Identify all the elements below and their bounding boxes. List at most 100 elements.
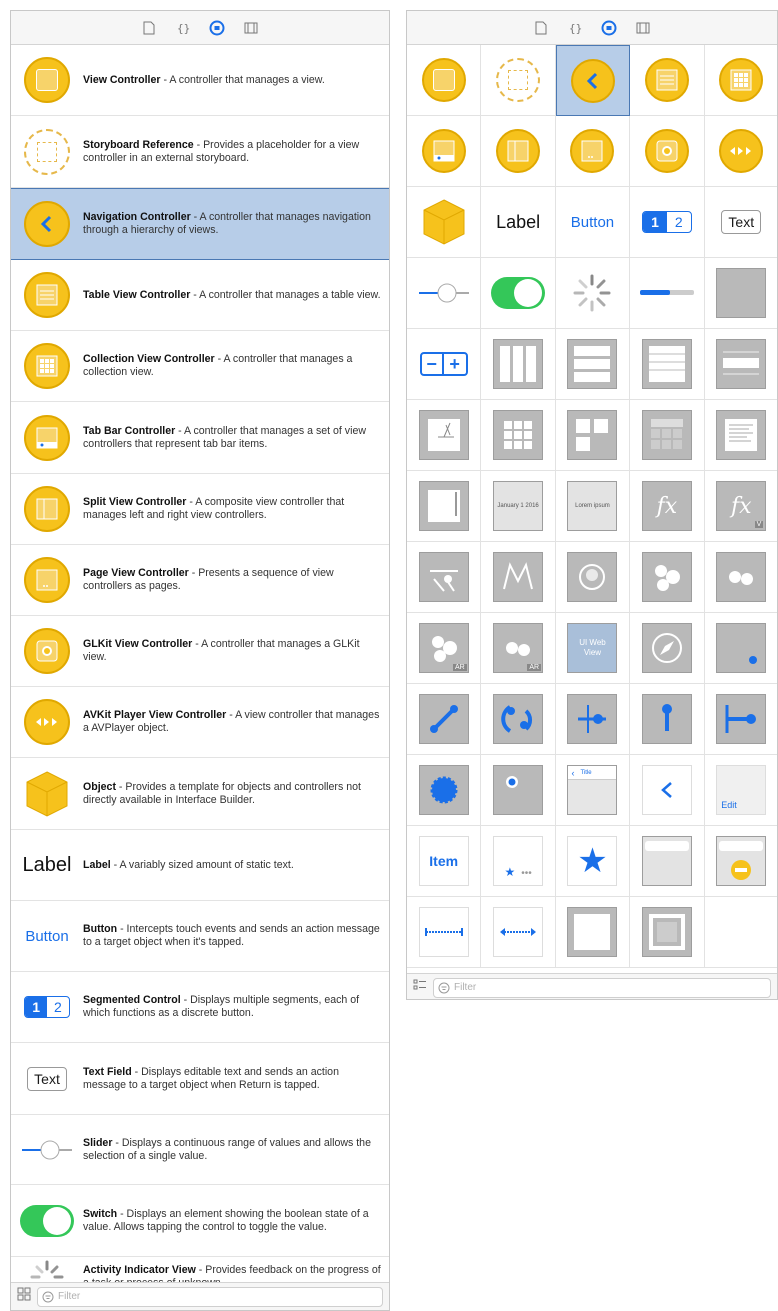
grid-glkit-view[interactable] bbox=[555, 542, 631, 613]
grid-avkit-player-view-controller[interactable] bbox=[704, 116, 777, 187]
grid-collection-view-controller[interactable] bbox=[704, 45, 777, 116]
grid-image-view[interactable] bbox=[407, 400, 482, 471]
grid-view-controller[interactable] bbox=[407, 45, 482, 116]
grid-progress-view[interactable] bbox=[630, 258, 705, 329]
grid-view[interactable] bbox=[704, 613, 777, 684]
grid-collection-view[interactable] bbox=[481, 400, 556, 471]
grid-table-view[interactable] bbox=[630, 329, 705, 400]
grid-map-kit-view[interactable] bbox=[407, 542, 482, 613]
file-template-icon[interactable] bbox=[533, 20, 549, 36]
grid-split-view-controller[interactable] bbox=[481, 116, 556, 187]
object-library-icon[interactable] bbox=[209, 20, 225, 36]
code-snippet-icon[interactable]: {} bbox=[567, 20, 583, 36]
grid-pan-gesture[interactable] bbox=[630, 684, 705, 755]
list-item-tab-bar-controller[interactable]: Tab Bar Controller - A controller that m… bbox=[11, 402, 389, 474]
left-filter-input[interactable]: Filter bbox=[37, 1286, 383, 1307]
grid-collection-view-cell[interactable] bbox=[555, 400, 631, 471]
grid-object[interactable] bbox=[407, 187, 482, 258]
list-item-page-view-controller[interactable]: Page View Controller - Presents a sequen… bbox=[11, 545, 389, 616]
list-item-activity-indicator-view[interactable]: Activity Indicator View - Provides feedb… bbox=[11, 1257, 389, 1282]
list-item-split-view-controller[interactable]: Split View Controller - A composite view… bbox=[11, 474, 389, 545]
list-item-description: Storyboard Reference - Provides a placeh… bbox=[83, 139, 381, 165]
list-item-button[interactable]: Button Button - Intercepts touch events a… bbox=[11, 901, 389, 972]
grid-activity-indicator[interactable] bbox=[555, 258, 631, 329]
grid-navigation-bar[interactable]: ‹ Title bbox=[555, 755, 631, 826]
list-item-avkit-player-view-controller[interactable]: AVKit Player View Controller - A view co… bbox=[11, 687, 389, 758]
grid-date-picker[interactable]: January 1 2016 bbox=[481, 471, 556, 542]
grid-arkit-scenekit-view[interactable]: AR bbox=[407, 613, 482, 684]
grid-long-press-gesture[interactable] bbox=[407, 755, 482, 826]
list-item-text-field[interactable]: Text Text Field - Displays editable text … bbox=[11, 1043, 389, 1115]
list-item-title: Button bbox=[83, 923, 118, 935]
list-view-toggle-icon[interactable] bbox=[413, 978, 427, 997]
list-item-object[interactable]: Object - Provides a template for objects… bbox=[11, 758, 389, 830]
grid-toolbar[interactable]: Edit bbox=[704, 755, 777, 826]
grid-search-bar-scope[interactable] bbox=[704, 826, 777, 897]
grid-navigation-item[interactable] bbox=[630, 755, 705, 826]
grid-web-view[interactable]: UI Web View bbox=[555, 613, 631, 684]
file-template-icon[interactable] bbox=[141, 20, 157, 36]
grid-table-view-controller[interactable] bbox=[630, 45, 705, 116]
grid-button[interactable]: Button bbox=[555, 187, 631, 258]
grid-visual-effect-view-vibrancy[interactable]: fx V bbox=[704, 471, 777, 542]
grid-metal-view[interactable] bbox=[481, 542, 556, 613]
grid-screen-edge-pan-gesture[interactable] bbox=[704, 684, 777, 755]
grid-glkit-view-controller[interactable] bbox=[630, 116, 705, 187]
object-library-icon[interactable] bbox=[601, 20, 617, 36]
grid-collection-reusable-view[interactable] bbox=[630, 400, 705, 471]
list-item-collection-view-controller[interactable]: Collection View Controller - A controlle… bbox=[11, 331, 389, 402]
grid-scenekit-view[interactable] bbox=[630, 542, 705, 613]
list-item-slider[interactable]: Slider - Displays a continuous range of … bbox=[11, 1115, 389, 1185]
grid-tap-gesture[interactable] bbox=[407, 684, 482, 755]
grid-view-controller-placeholder[interactable] bbox=[555, 897, 631, 968]
toolbar-icon: Edit bbox=[716, 765, 767, 815]
list-item-label[interactable]: Label Label - A variably sized amount of … bbox=[11, 830, 389, 901]
list-item-storyboard-reference[interactable]: Storyboard Reference - Provides a placeh… bbox=[11, 116, 389, 188]
grid-scroll-view[interactable] bbox=[407, 471, 482, 542]
grid-navigation-controller[interactable] bbox=[555, 45, 631, 116]
list-item-table-view-controller[interactable]: Table View Controller - A controller tha… bbox=[11, 260, 389, 331]
grid-swipe-gesture[interactable] bbox=[555, 684, 631, 755]
grid-tap-gesture-recognizer[interactable] bbox=[481, 755, 556, 826]
grid-container-view[interactable] bbox=[704, 258, 777, 329]
grid-text-view[interactable] bbox=[704, 400, 777, 471]
grid-tab-bar[interactable]: ★ ••• bbox=[481, 826, 556, 897]
list-item-glkit-view-controller[interactable]: GLKit View Controller - A controller tha… bbox=[11, 616, 389, 687]
grid-tab-bar-controller[interactable] bbox=[407, 116, 482, 187]
grid-vertical-stack-view[interactable] bbox=[555, 329, 631, 400]
grid-wkweb-view[interactable] bbox=[630, 613, 705, 684]
grid-table-view-cell[interactable] bbox=[704, 329, 777, 400]
grid-rotation-gesture[interactable] bbox=[481, 684, 556, 755]
media-library-icon[interactable] bbox=[243, 20, 259, 36]
code-snippet-icon[interactable]: {} bbox=[175, 20, 191, 36]
grid-spritekit-view[interactable] bbox=[704, 542, 777, 613]
grid-page-view-controller[interactable] bbox=[555, 116, 631, 187]
grid-view-container[interactable] bbox=[630, 897, 705, 968]
grid-switch[interactable] bbox=[481, 258, 556, 329]
grid-view-toggle-icon[interactable] bbox=[17, 1287, 31, 1306]
grid-stepper[interactable]: − + bbox=[407, 329, 482, 400]
grid-flexible-space-bar-button[interactable] bbox=[481, 897, 556, 968]
grid-text-field[interactable]: Text bbox=[704, 187, 777, 258]
grid-picker-view[interactable]: Lorem ipsum bbox=[555, 471, 631, 542]
media-library-icon[interactable] bbox=[635, 20, 651, 36]
grid-segmented-control[interactable]: 12 bbox=[630, 187, 705, 258]
fx-vibrancy-icon: fx V bbox=[716, 481, 767, 531]
grid-arkit-spritekit-view[interactable]: AR bbox=[481, 613, 556, 684]
grid-slider[interactable] bbox=[407, 258, 482, 329]
list-item-view-controller[interactable]: View Controller - A controller that mana… bbox=[11, 45, 389, 116]
glkit-view-controller-icon bbox=[19, 623, 75, 679]
list-item-navigation-controller[interactable]: Navigation Controller - A controller tha… bbox=[11, 188, 389, 260]
grid-visual-effect-view[interactable]: fx bbox=[630, 471, 705, 542]
grid-bar-button-item[interactable]: Item bbox=[407, 826, 482, 897]
safari-compass-icon bbox=[641, 623, 692, 673]
grid-storyboard-reference[interactable] bbox=[481, 45, 556, 116]
grid-horizontal-stack-view[interactable] bbox=[481, 329, 556, 400]
right-filter-input[interactable]: Filter bbox=[433, 977, 771, 998]
grid-fixed-space-bar-button[interactable] bbox=[407, 897, 482, 968]
list-item-switch[interactable]: Switch - Displays an element showing the… bbox=[11, 1185, 389, 1257]
grid-tab-bar-item[interactable]: ★ bbox=[555, 826, 631, 897]
list-item-segmented-control[interactable]: 1 2 Segmented Control - Displays multiple … bbox=[11, 972, 389, 1043]
grid-search-bar[interactable] bbox=[630, 826, 705, 897]
grid-label[interactable]: Label bbox=[481, 187, 556, 258]
